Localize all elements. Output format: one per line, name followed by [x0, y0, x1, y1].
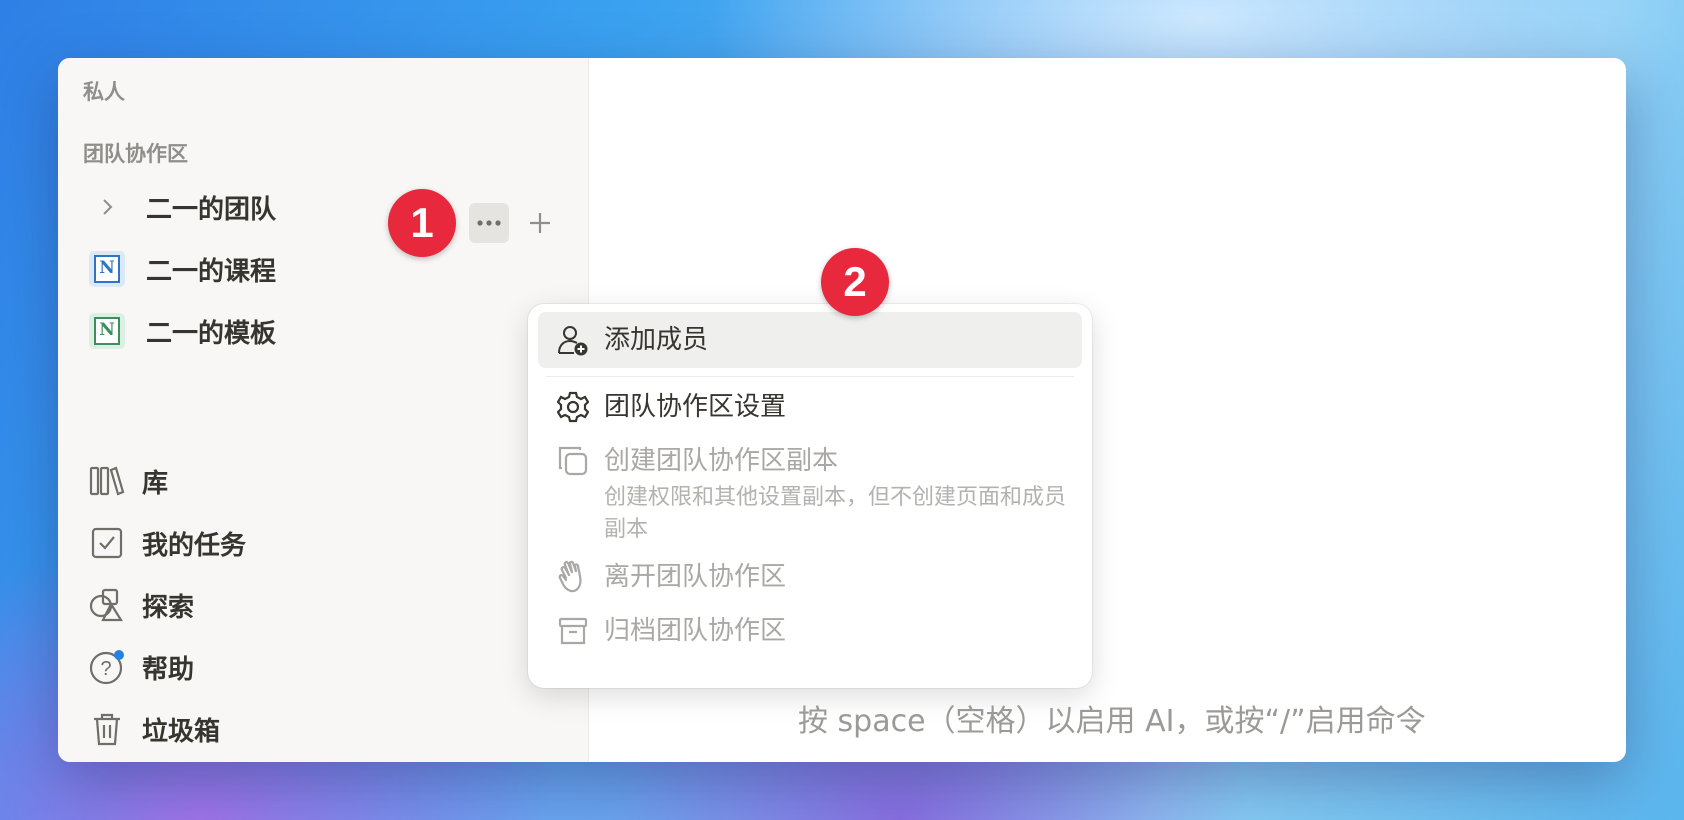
archive-icon: [552, 610, 594, 652]
menu-item-label: 离开团队协作区: [604, 562, 787, 592]
menu-item-label: 归档团队协作区: [604, 616, 787, 646]
sidebar: 私人 团队协作区 二一的团队 N 二一的课程 N 二一的模板 1 库 我的任务 …: [58, 58, 589, 762]
sidebar-item-my-tasks[interactable]: 我的任务: [58, 518, 588, 568]
menu-item-label: 团队协作区设置: [604, 392, 787, 422]
menu-item-archive[interactable]: 归档团队协作区: [538, 610, 1082, 652]
sidebar-item-template[interactable]: N 二一的模板: [58, 306, 588, 356]
editor-placeholder-hint[interactable]: 按 space（空格）以启用 AI，或按“/”启用命令: [798, 696, 1558, 740]
menu-item-label: 添加成员: [604, 325, 709, 355]
trash-icon: [87, 709, 127, 749]
sidebar-item-help[interactable]: ? 帮助: [58, 642, 588, 692]
plus-icon: [530, 213, 550, 233]
sidebar-item-label: 帮助: [142, 654, 195, 685]
library-icon: [87, 461, 127, 501]
sidebar-item-label: 垃圾箱: [142, 716, 221, 747]
help-icon: ?: [87, 647, 127, 687]
teamspace-section-title[interactable]: 团队协作区: [83, 138, 188, 168]
more-options-button[interactable]: [469, 203, 509, 243]
svg-text:?: ?: [100, 658, 111, 680]
waving-hand-icon: [552, 556, 594, 598]
step-marker-1: 1: [388, 189, 456, 257]
menu-item-add-member[interactable]: 添加成员: [538, 312, 1082, 368]
sidebar-item-trash[interactable]: 垃圾箱: [58, 704, 588, 754]
teamspace-context-menu: 添加成员 团队协作区设置 创建团队协作区副本 创建权限和其他设置副本，但不创建页…: [528, 304, 1092, 688]
sidebar-item-label: 库: [142, 468, 169, 499]
step-marker-2: 2: [821, 248, 889, 316]
checkbox-icon: [87, 523, 127, 563]
add-page-button[interactable]: [520, 203, 560, 243]
sidebar-item-label: 我的任务: [142, 530, 247, 561]
chevron-right-icon[interactable]: [82, 182, 132, 232]
duplicate-icon: [552, 440, 594, 482]
gear-icon: [552, 386, 594, 428]
ellipsis-icon: [477, 220, 501, 226]
menu-item-settings[interactable]: 团队协作区设置: [538, 386, 1082, 428]
sidebar-item-label: 二一的模板: [146, 318, 277, 349]
sidebar-item-label: 二一的团队: [146, 194, 277, 225]
menu-item-label: 创建团队协作区副本: [604, 446, 839, 476]
sidebar-item-label: 二一的课程: [146, 256, 277, 287]
sidebar-item-explore[interactable]: 探索: [58, 580, 588, 630]
menu-divider: [546, 376, 1074, 377]
menu-item-leave[interactable]: 离开团队协作区: [538, 556, 1082, 598]
sidebar-item-library[interactable]: 库: [58, 456, 588, 506]
menu-item-description: 创建权限和其他设置副本，但不创建页面和成员副本: [604, 485, 1067, 542]
menu-item-duplicate[interactable]: 创建团队协作区副本 创建权限和其他设置副本，但不创建页面和成员副本: [538, 440, 1082, 546]
app-window: 私人 团队协作区 二一的团队 N 二一的课程 N 二一的模板 1 库 我的任务 …: [58, 58, 1626, 762]
add-person-icon: [552, 319, 594, 361]
notion-logo-icon: N: [89, 313, 125, 349]
explore-shapes-icon: [87, 585, 127, 625]
notion-logo-icon: N: [89, 251, 125, 287]
sidebar-item-course[interactable]: N 二一的课程: [58, 244, 588, 294]
private-section-title[interactable]: 私人: [83, 76, 125, 106]
sidebar-item-label: 探索: [142, 592, 195, 623]
